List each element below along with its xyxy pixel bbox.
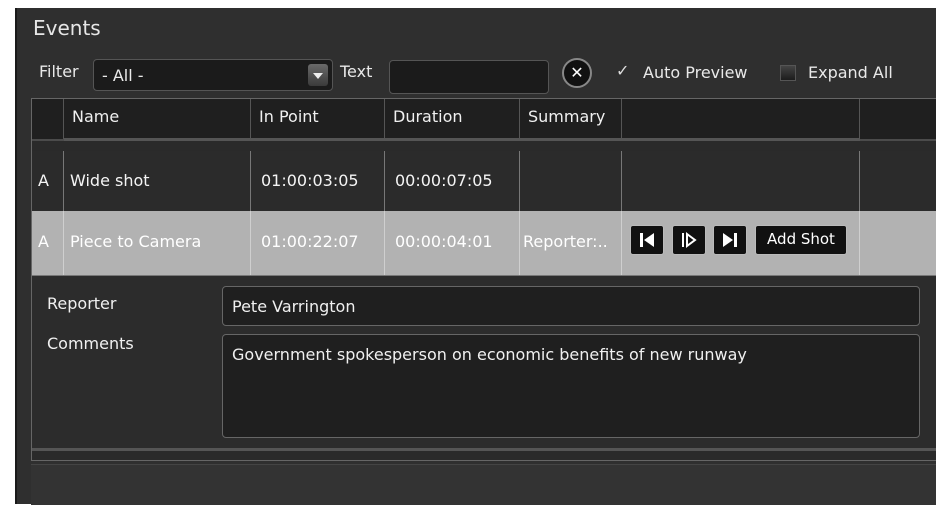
row-actions-cell: Add Shot	[622, 211, 860, 275]
header-filler	[860, 99, 936, 139]
auto-preview-label: Auto Preview	[643, 63, 748, 82]
step-play-icon[interactable]	[672, 225, 706, 255]
expand-all-label: Expand All	[808, 63, 893, 82]
grid-footer	[31, 464, 936, 505]
expand-all-checkbox[interactable]	[780, 65, 796, 81]
table-row[interactable]: A Wide shot 01:00:03:05 00:00:07:05	[32, 151, 936, 211]
comments-label: Comments	[47, 334, 134, 353]
filter-value: - All -	[102, 66, 144, 85]
reporter-label: Reporter	[47, 294, 117, 313]
row-type: A	[32, 211, 64, 275]
events-grid: Name In Point Duration Summary A Wide sh…	[31, 98, 936, 461]
row-summary	[520, 151, 622, 211]
grid-header: Name In Point Duration Summary	[32, 99, 936, 141]
text-label: Text	[340, 62, 373, 81]
row-name: Piece to Camera	[64, 211, 251, 275]
events-panel: Events Filter - All - Text ✕ ✓ Auto Prev…	[15, 8, 936, 505]
row-type: A	[32, 151, 64, 211]
comments-field[interactable]: Government spokesperson on economic bene…	[222, 334, 920, 438]
add-shot-button[interactable]: Add Shot	[755, 225, 847, 255]
row-detail: Reporter Pete Varrington Comments Govern…	[32, 275, 936, 451]
header-duration[interactable]: Duration	[385, 99, 520, 141]
table-row-selected[interactable]: A Piece to Camera 01:00:22:07 00:00:04:0…	[32, 211, 936, 275]
text-search-input[interactable]	[389, 60, 549, 94]
skip-to-start-icon[interactable]	[630, 225, 664, 255]
panel-title: Events	[33, 16, 101, 40]
row-duration: 00:00:07:05	[385, 151, 520, 211]
chevron-down-icon[interactable]	[308, 64, 328, 86]
row-summary: Reporter:..	[520, 211, 622, 275]
auto-preview-checkbox[interactable]: ✓	[616, 61, 630, 80]
row-duration: 00:00:04:01	[385, 211, 520, 275]
skip-to-end-icon[interactable]	[713, 225, 747, 255]
header-in-point[interactable]: In Point	[251, 99, 385, 141]
row-actions-cell	[622, 151, 860, 211]
header-blank	[622, 99, 860, 141]
row-in-point: 01:00:22:07	[251, 211, 385, 275]
filter-dropdown[interactable]: - All -	[93, 59, 333, 91]
reporter-field[interactable]: Pete Varrington	[222, 286, 920, 326]
toolbar: Filter - All - Text ✕ ✓ Auto Preview Exp…	[17, 56, 936, 94]
header-type	[32, 99, 64, 139]
row-in-point: 01:00:03:05	[251, 151, 385, 211]
filter-label: Filter	[39, 62, 79, 81]
clear-x-icon[interactable]: ✕	[562, 58, 592, 88]
header-summary[interactable]: Summary	[520, 99, 622, 141]
header-name[interactable]: Name	[64, 99, 251, 141]
row-name: Wide shot	[64, 151, 251, 211]
